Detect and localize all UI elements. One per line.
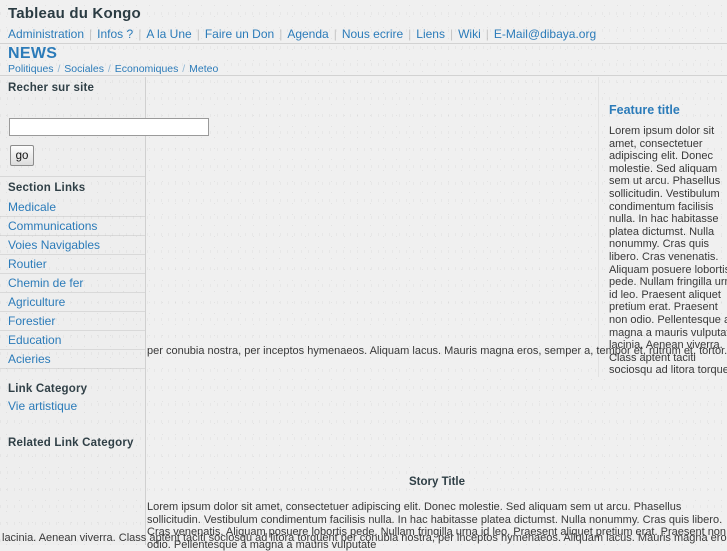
search-input[interactable] (9, 118, 209, 136)
nav-separator: | (89, 27, 93, 41)
subnav-separator: / (105, 63, 114, 75)
sidebar-item-communications[interactable]: Communications (0, 217, 145, 235)
list-item[interactable]: Acieries (0, 350, 145, 369)
sidebar-item-forestier[interactable]: Forestier (0, 312, 145, 330)
search-go-button[interactable]: go (10, 145, 34, 166)
sidebar-item-chemin-de-fer[interactable]: Chemin de fer (0, 274, 145, 292)
nav-item-faire-un-don[interactable]: Faire un Don (205, 27, 274, 41)
subnav-item-politiques[interactable]: Politiques (8, 63, 54, 75)
nav-separator: | (138, 27, 142, 41)
nav-item-infos[interactable]: Infos ? (97, 27, 133, 41)
subnav-item-economiques[interactable]: Economiques (115, 63, 179, 75)
nav-item-e-mail-dibaya-org[interactable]: E-Mail@dibaya.org (494, 27, 596, 41)
nav-item-a-la-une[interactable]: A la Une (146, 27, 191, 41)
section-title: NEWS (8, 45, 58, 62)
list-item[interactable]: Voies Navigables (0, 236, 145, 255)
main-content: Story Title Lorem ipsum dolor sit amet, … (147, 77, 727, 551)
list-item[interactable]: Routier (0, 255, 145, 274)
subnav-item-meteo[interactable]: Meteo (189, 63, 218, 75)
sidebar-item-education[interactable]: Education (0, 331, 145, 349)
page-title: Tableau du Kongo (8, 5, 141, 22)
link-category-list: Vie artistique (0, 399, 145, 414)
nav-item-agenda[interactable]: Agenda (287, 27, 328, 41)
list-item[interactable]: Forestier (0, 312, 145, 331)
site-header: Tableau du Kongo Administration | Infos ? |… (0, 0, 727, 44)
sidebar-item-agriculture[interactable]: Agriculture (0, 293, 145, 311)
story-title: Story Title (408, 476, 466, 488)
section-links-list: Medicale Communications Voies Navigables Ro… (0, 198, 145, 369)
section-links-heading: Section Links (8, 182, 86, 194)
sidebar-item-medicale[interactable]: Medicale (0, 198, 145, 216)
subnav-separator: / (54, 63, 64, 75)
sidebar-gap-1 (0, 369, 145, 378)
nav-separator: | (333, 27, 337, 41)
sidebar-search-block: Recher sur site go (0, 77, 209, 176)
nav-item-wiki[interactable]: Wiki (458, 27, 481, 41)
list-item[interactable]: Communications (0, 217, 145, 236)
list-item[interactable]: Chemin de fer (0, 274, 145, 293)
link-category-heading: Link Category (8, 383, 88, 395)
subnav-item-sociales[interactable]: Sociales (64, 63, 104, 75)
list-item[interactable]: Agriculture (0, 293, 145, 312)
sidebar-item-routier[interactable]: Routier (0, 255, 145, 273)
sidebar: Recher sur site go Section Links Medical… (0, 77, 209, 545)
section-banner: NEWS Politiques / Sociales / Economiques… (0, 44, 727, 76)
sidebar-link-category-block: Link Category Vie artistique (0, 378, 145, 414)
related-link-category-heading: Related Link Category (8, 437, 134, 449)
nav-separator: | (485, 27, 489, 41)
search-heading: Recher sur site (8, 82, 95, 94)
sidebar-item-acieries[interactable]: Acieries (0, 350, 145, 368)
sidebar-section-links-block: Section Links Medicale Communications Voie… (0, 176, 145, 369)
nav-separator: | (279, 27, 283, 41)
story-overflow-line: lacinia. Aenean viverra. Class aptent ta… (2, 532, 727, 544)
sidebar-gap-2 (0, 414, 145, 432)
nav-separator: | (408, 27, 412, 41)
list-item[interactable]: Medicale (0, 198, 145, 217)
sidebar-item-voies-navigables[interactable]: Voies Navigables (0, 236, 145, 254)
nav-item-liens[interactable]: Liens (416, 27, 445, 41)
sidebar-related-link-category-block: Related Link Category (0, 432, 145, 453)
list-item[interactable]: Education (0, 331, 145, 350)
nav-separator: | (196, 27, 200, 41)
main-navigation: Administration | Infos ? | A la Une | Faire un… (0, 22, 727, 41)
nav-item-nous-ecrire[interactable]: Nous ecrire (342, 27, 403, 41)
section-subnav: Politiques / Sociales / Economiques / Me… (0, 63, 727, 75)
subnav-separator: / (179, 63, 189, 75)
link-category-item-vie-artistique[interactable]: Vie artistique (0, 399, 145, 414)
nav-separator: | (449, 27, 454, 41)
list-item[interactable]: Vie artistique (0, 399, 145, 414)
nav-item-administration[interactable]: Administration (8, 27, 84, 41)
